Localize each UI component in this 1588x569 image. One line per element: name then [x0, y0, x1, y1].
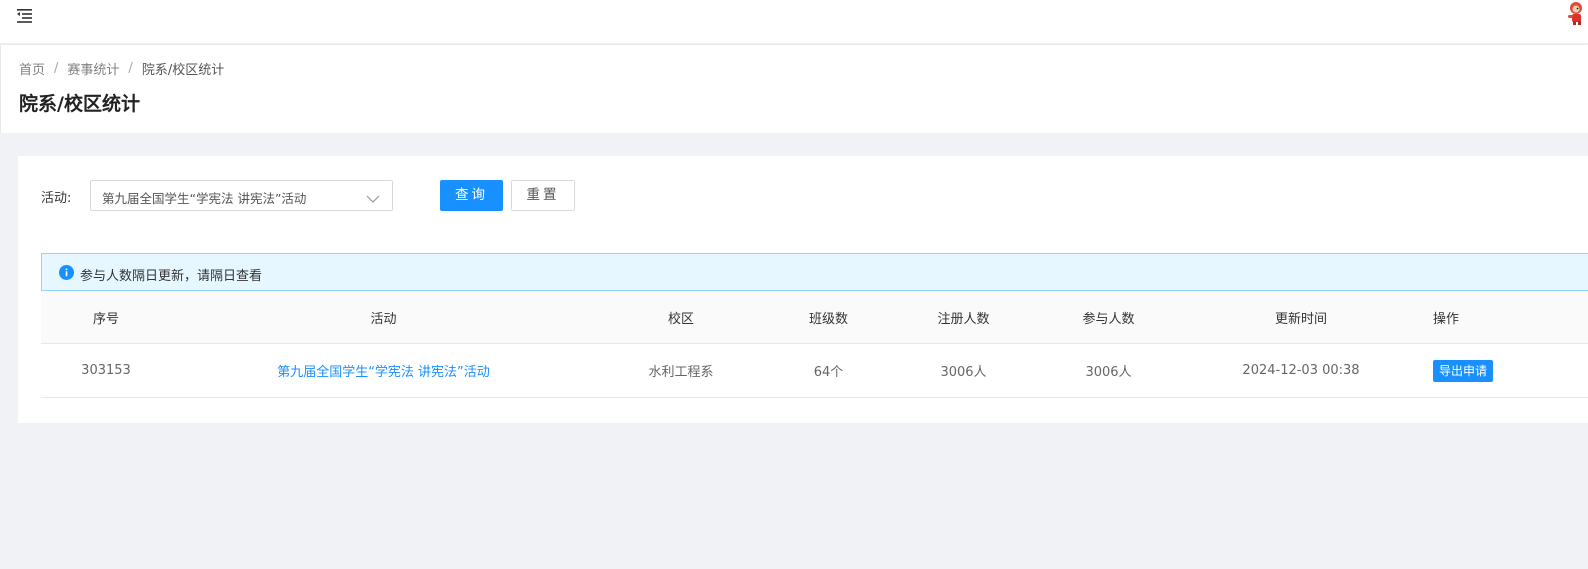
- column-header-registered: 注册人数: [937, 311, 990, 327]
- cell-participants: 3006人: [1085, 365, 1132, 380]
- activity-select[interactable]: 第九届全国学生“学宪法 讲宪法”活动: [90, 180, 393, 211]
- cell-update-time: 2024-12-03 00:38: [1242, 363, 1360, 378]
- page-header: 首页 / 赛事统计 / 院系/校区统计 院系/校区统计: [0, 45, 1588, 133]
- breadcrumb-competition-stats[interactable]: 赛事统计: [67, 59, 119, 78]
- cell-seq: 303153: [81, 363, 131, 378]
- activity-filter-label: 活动:: [41, 191, 72, 206]
- column-header-participants: 参与人数: [1082, 311, 1135, 327]
- menu-fold-icon[interactable]: [16, 6, 36, 24]
- content-card: 活动: 第九届全国学生“学宪法 讲宪法”活动 查询 重置 参与人数隔日更新，请隔…: [18, 156, 1588, 423]
- activity-select-value: 第九届全国学生“学宪法 讲宪法”活动: [102, 191, 307, 206]
- cell-actions: 导出申请: [1421, 344, 1588, 397]
- mascot-avatar-icon[interactable]: [1564, 0, 1586, 26]
- table-header: 序号 活动 校区 班级数 注册人数 参与人数 更新时间 操作: [41, 291, 1588, 344]
- info-icon: [59, 265, 74, 280]
- column-header-actions: 操作: [1433, 311, 1460, 327]
- stats-table: 序号 活动 校区 班级数 注册人数 参与人数 更新时间 操作 303153 第九…: [41, 291, 1588, 398]
- column-header-seq: 序号: [92, 311, 119, 327]
- notice-text: 参与人数隔日更新，请隔日查看: [80, 269, 263, 284]
- breadcrumb-home[interactable]: 首页: [19, 59, 45, 78]
- query-button[interactable]: 查询: [440, 180, 503, 211]
- page-title: 院系/校区统计: [19, 93, 140, 115]
- info-notice: 参与人数隔日更新，请隔日查看: [41, 253, 1588, 291]
- column-header-campus: 校区: [667, 311, 694, 327]
- cell-class-count: 64个: [813, 365, 844, 380]
- breadcrumb-current: 院系/校区统计: [141, 63, 225, 78]
- breadcrumb-separator: /: [128, 61, 133, 76]
- table-row: 303153 第九届全国学生“学宪法 讲宪法”活动 水利工程系 64个 3006…: [41, 344, 1588, 398]
- export-request-button[interactable]: 导出申请: [1433, 359, 1494, 382]
- breadcrumb: 首页 / 赛事统计 / 院系/校区统计: [19, 59, 224, 78]
- reset-button[interactable]: 重置: [511, 180, 575, 211]
- breadcrumb-separator: /: [54, 61, 59, 76]
- top-navbar: [0, 0, 1588, 44]
- column-header-update-time: 更新时间: [1274, 311, 1327, 327]
- cell-activity-link[interactable]: 第九届全国学生“学宪法 讲宪法”活动: [171, 344, 596, 397]
- column-header-class-count: 班级数: [808, 311, 848, 327]
- cell-registered: 3006人: [940, 365, 987, 380]
- column-header-activity: 活动: [370, 311, 397, 327]
- cell-campus: 水利工程系: [648, 365, 714, 380]
- chevron-down-icon: [366, 190, 380, 203]
